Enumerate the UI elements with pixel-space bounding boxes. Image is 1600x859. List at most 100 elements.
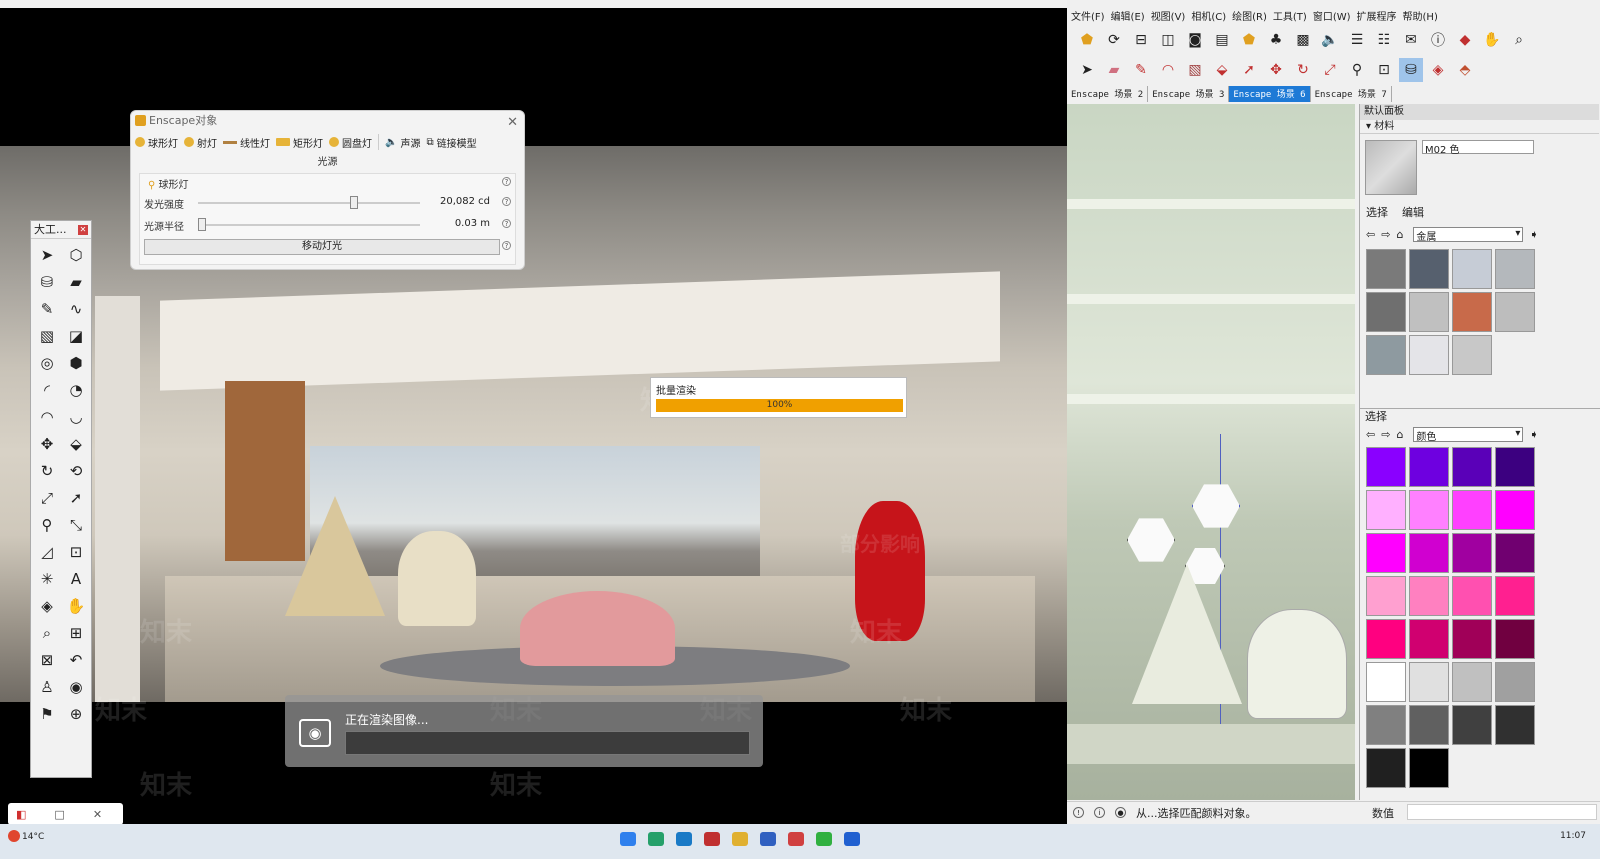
color-material-swatch[interactable]: [1452, 447, 1492, 487]
linear-light-button[interactable]: 线性灯: [223, 135, 270, 150]
color-material-swatch[interactable]: [1366, 490, 1406, 530]
selected-light-proxy[interactable]: [1192, 484, 1240, 528]
feedback-icon[interactable]: ✉: [1399, 28, 1423, 52]
clock[interactable]: 11:07: [1560, 831, 1586, 841]
enscape-small-icon[interactable]: ◧: [16, 808, 26, 821]
move-icon[interactable]: ✥: [34, 431, 60, 457]
zoom-window-icon[interactable]: ⊞: [63, 620, 89, 646]
sound-source-button[interactable]: 🔈 声源: [385, 135, 420, 150]
text-icon[interactable]: ⊡: [1372, 58, 1396, 82]
color-material-swatch[interactable]: [1366, 748, 1406, 788]
push-pull-icon[interactable]: ⬙: [63, 431, 89, 457]
paint-bucket-icon[interactable]: ⛁: [1399, 58, 1423, 82]
materials-section-header[interactable]: ▾ 材料: [1360, 120, 1599, 134]
app-icon[interactable]: [844, 832, 860, 846]
eraser-icon[interactable]: ◆: [1453, 28, 1477, 52]
component-icon[interactable]: ⬡: [63, 242, 89, 268]
sketchup-model-viewport[interactable]: [1067, 104, 1355, 800]
help-icon[interactable]: ?: [502, 219, 511, 228]
3d-text-icon[interactable]: A: [63, 566, 89, 592]
disk-light-button[interactable]: 圆盘灯: [329, 135, 372, 150]
tab-select[interactable]: 选择: [1366, 204, 1388, 220]
select-icon[interactable]: ➤: [34, 242, 60, 268]
help-icon[interactable]: ?: [502, 197, 511, 206]
tape-measure-icon[interactable]: ⚲: [1345, 58, 1369, 82]
menu-window[interactable]: 窗口(W): [1313, 8, 1351, 23]
tape-measure-icon[interactable]: ⚲: [34, 512, 60, 538]
axes-icon[interactable]: ✳: [34, 566, 60, 592]
toolbar-title[interactable]: 大工... ✕: [31, 221, 91, 239]
walk-icon[interactable]: ⚑: [34, 701, 60, 727]
color-material-swatch[interactable]: [1409, 576, 1449, 616]
move-icon[interactable]: ✥: [1264, 58, 1288, 82]
app-icon[interactable]: [760, 832, 776, 846]
color-material-swatch[interactable]: [1409, 533, 1449, 573]
visual-settings-icon[interactable]: ☷: [1372, 28, 1396, 52]
menu-edit[interactable]: 编辑(E): [1111, 8, 1145, 23]
arc-icon[interactable]: ◜: [34, 377, 60, 403]
metal-material-swatch[interactable]: [1495, 249, 1535, 289]
screenshot-icon[interactable]: ◙: [1183, 28, 1207, 52]
metal-material-swatch[interactable]: [1452, 292, 1492, 332]
app-icon[interactable]: [704, 832, 720, 846]
eraser-icon[interactable]: ▰: [63, 269, 89, 295]
arc-icon[interactable]: ◠: [1156, 58, 1180, 82]
menu-help[interactable]: 帮助(H): [1403, 8, 1438, 23]
edge-icon[interactable]: [676, 832, 692, 846]
radius-slider[interactable]: [198, 218, 420, 231]
position-camera-icon[interactable]: ♙: [34, 674, 60, 700]
rotate-icon[interactable]: ↻: [1291, 58, 1315, 82]
orbit-icon[interactable]: ◈: [1426, 58, 1450, 82]
color-material-swatch[interactable]: [1366, 576, 1406, 616]
scale-icon[interactable]: ⤢: [34, 485, 60, 511]
metal-material-swatch[interactable]: [1366, 335, 1406, 375]
color-material-swatch[interactable]: [1366, 447, 1406, 487]
scene-tab[interactable]: Enscape 场景 3: [1148, 86, 1230, 102]
forward-arrow-icon[interactable]: ⇨: [1381, 428, 1390, 441]
menu-file[interactable]: 文件(F): [1071, 8, 1105, 23]
metal-material-swatch[interactable]: [1452, 249, 1492, 289]
pan-icon[interactable]: ✋: [63, 593, 89, 619]
rotate-icon[interactable]: ↻: [34, 458, 60, 484]
color-material-swatch[interactable]: [1366, 619, 1406, 659]
color-material-swatch[interactable]: [1366, 533, 1406, 573]
sketchup-icon[interactable]: [788, 832, 804, 846]
metal-material-swatch[interactable]: [1452, 335, 1492, 375]
color-material-swatch[interactable]: [1409, 447, 1449, 487]
close-icon[interactable]: ✕: [78, 225, 88, 235]
color-material-swatch[interactable]: [1495, 447, 1535, 487]
slider-handle[interactable]: [198, 218, 206, 231]
section-plane-icon[interactable]: ⊕: [63, 701, 89, 727]
menu-view[interactable]: 视图(V): [1151, 8, 1186, 23]
color-material-swatch[interactable]: [1409, 705, 1449, 745]
color-material-swatch[interactable]: [1452, 533, 1492, 573]
home-icon[interactable]: ⌂: [1396, 428, 1403, 441]
slider-handle[interactable]: [349, 196, 358, 209]
material-editor-icon[interactable]: ▩: [1291, 28, 1315, 52]
previous-view-icon[interactable]: ↶: [63, 647, 89, 673]
color-material-swatch[interactable]: [1452, 619, 1492, 659]
enscape-start-icon[interactable]: ⬟: [1075, 28, 1099, 52]
tab-edit[interactable]: 编辑: [1402, 204, 1424, 220]
settings-icon[interactable]: ☰: [1345, 28, 1369, 52]
three-point-arc-icon[interactable]: ◡: [63, 404, 89, 430]
weather-icon[interactable]: [8, 830, 20, 842]
push-pull-icon[interactable]: ⬙: [1210, 58, 1234, 82]
rect-light-button[interactable]: 矩形灯: [276, 135, 323, 150]
eraser-tool-icon[interactable]: ▰: [1102, 58, 1126, 82]
back-arrow-icon[interactable]: ⇦: [1366, 228, 1375, 241]
metal-material-swatch[interactable]: [1409, 292, 1449, 332]
capture-icon[interactable]: ◫: [1156, 28, 1180, 52]
text-icon[interactable]: ⊡: [63, 539, 89, 565]
details-arrow-icon[interactable]: ➧: [1529, 428, 1538, 441]
scene-tab-active[interactable]: Enscape 场景 6: [1229, 86, 1311, 102]
metal-material-swatch[interactable]: [1366, 249, 1406, 289]
user-icon[interactable]: ●: [1115, 807, 1126, 818]
color-material-swatch[interactable]: [1495, 490, 1535, 530]
scale-icon[interactable]: ⤢: [1318, 58, 1342, 82]
two-point-arc-icon[interactable]: ◠: [34, 404, 60, 430]
move-light-button[interactable]: 移动灯光: [144, 239, 500, 255]
intensity-slider[interactable]: [198, 196, 420, 209]
help-icon[interactable]: ?: [502, 241, 511, 250]
scene-tab[interactable]: Enscape 场景 2: [1067, 86, 1149, 102]
